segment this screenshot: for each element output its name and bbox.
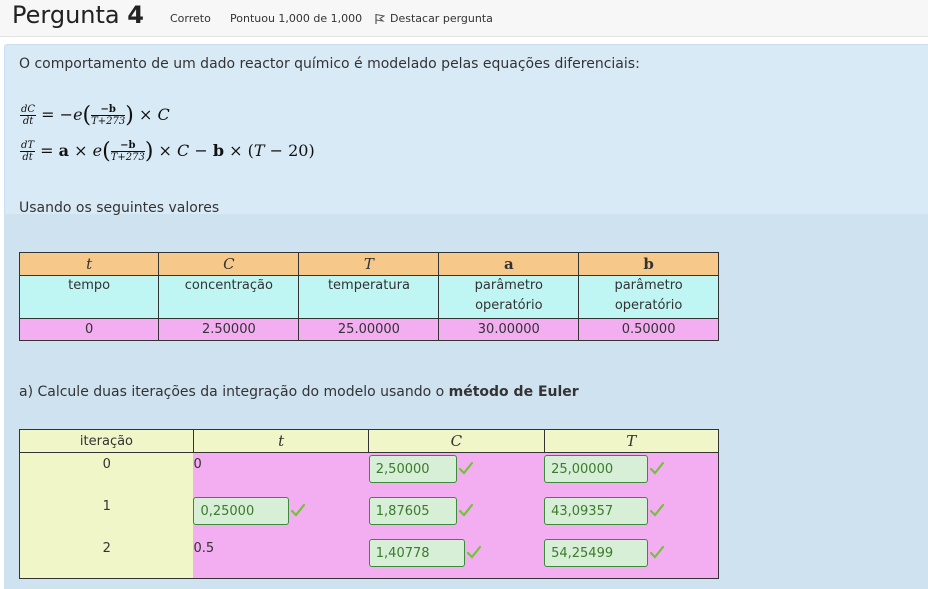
check-icon (649, 545, 665, 563)
question-number: 4 (127, 1, 144, 29)
euler-header-C: C (368, 429, 545, 453)
parameters-table: t C T a b tempo concentração temperatura… (18, 252, 719, 341)
part-a-prompt: a) Calcule duas iterações da integração … (19, 384, 579, 400)
values-intro: Usando os seguintes valores (19, 200, 220, 216)
C-answer-input[interactable]: 1,87605 (368, 496, 457, 525)
T-answer-input[interactable]: 25,00000 (544, 455, 649, 483)
param-value-T: 25.00000 (298, 318, 440, 341)
t-cell: 0 (193, 452, 369, 495)
t-cell: 0,25000 (193, 494, 369, 537)
param-desc-a: parâmetro operatório (438, 275, 580, 319)
flag-question-label: Destacar pergunta (390, 12, 493, 25)
t-value: 0.5 (193, 540, 215, 556)
question-intro: O comportamento de um dado reactor quími… (19, 56, 640, 72)
question-title: Pergunta 4 (12, 1, 144, 29)
flag-question-link[interactable]: Destacar pergunta (374, 12, 493, 25)
C-answer-input[interactable]: 1,40778 (368, 538, 465, 567)
question-title-prefix: Pergunta (12, 1, 120, 29)
param-desc-b: parâmetro operatório (578, 275, 719, 319)
equation-dT-dt: dT dt = a × e(−b T+273) × C − b × (T − 20) (20, 139, 315, 164)
equation-dC-dt: dC dt = −e(−b T+273) × C (20, 103, 170, 128)
iteration-cell: 2 (19, 536, 194, 579)
table-row: 2 0.5 1,40778 54,25499 (19, 536, 719, 579)
C-answer-input[interactable]: 2,50000 (368, 455, 457, 483)
T-answer-input[interactable]: 43,09357 (544, 496, 649, 525)
part-a-text: a) Calcule duas iterações da integração … (19, 384, 449, 400)
param-header-b: b (578, 252, 719, 276)
param-desc-T: temperatura (298, 275, 440, 319)
part-a-method: método de Euler (448, 384, 579, 400)
param-header-C: C (158, 252, 300, 276)
check-icon (466, 545, 481, 563)
param-value-t: 0 (18, 318, 160, 341)
check-icon (649, 503, 665, 521)
t-value: 0 (193, 457, 202, 472)
euler-header-t: t (192, 429, 370, 453)
param-header-t: t (18, 252, 160, 276)
t-answer-input[interactable]: 0,25000 (193, 496, 290, 525)
iteration-cell: 0 (19, 452, 194, 495)
param-desc-C: concentração (158, 275, 300, 319)
T-cell: 25,00000 (544, 452, 719, 495)
question-score: Pontuou 1,000 de 1,000 (230, 12, 363, 25)
question-status: Correto (170, 12, 211, 25)
euler-header-T: T (543, 429, 720, 453)
euler-header-iteracao: iteração (19, 429, 194, 453)
C-cell: 2,50000 (368, 452, 545, 495)
check-icon (291, 503, 306, 521)
question-header: Pergunta 4 Correto Pontuou 1,000 de 1,00… (0, 0, 928, 37)
param-header-T: T (298, 252, 440, 276)
C-cell: 1,40778 (368, 536, 545, 579)
param-value-C: 2.50000 (158, 318, 300, 341)
table-row: 0 0 2,50000 25,00000 (19, 452, 719, 495)
t-cell: 0.5 (193, 536, 369, 579)
C-cell: 1,87605 (368, 494, 545, 537)
param-header-a: a (438, 252, 580, 276)
check-icon (458, 461, 473, 479)
flag-icon (375, 14, 386, 24)
T-cell: 43,09357 (544, 494, 719, 537)
T-cell: 54,25499 (544, 536, 719, 579)
table-row: 1 0,25000 1,87605 43,09357 (19, 494, 719, 537)
check-icon (649, 461, 665, 479)
param-desc-t: tempo (18, 275, 160, 319)
T-answer-input[interactable]: 54,25499 (544, 538, 649, 567)
iteration-cell: 1 (19, 494, 194, 537)
param-value-b: 0.50000 (578, 318, 719, 341)
param-value-a: 30.00000 (438, 318, 580, 341)
check-icon (458, 503, 473, 521)
euler-table: iteração t C T 0 0 2,50000 25,00000 1 0,… (19, 429, 720, 579)
